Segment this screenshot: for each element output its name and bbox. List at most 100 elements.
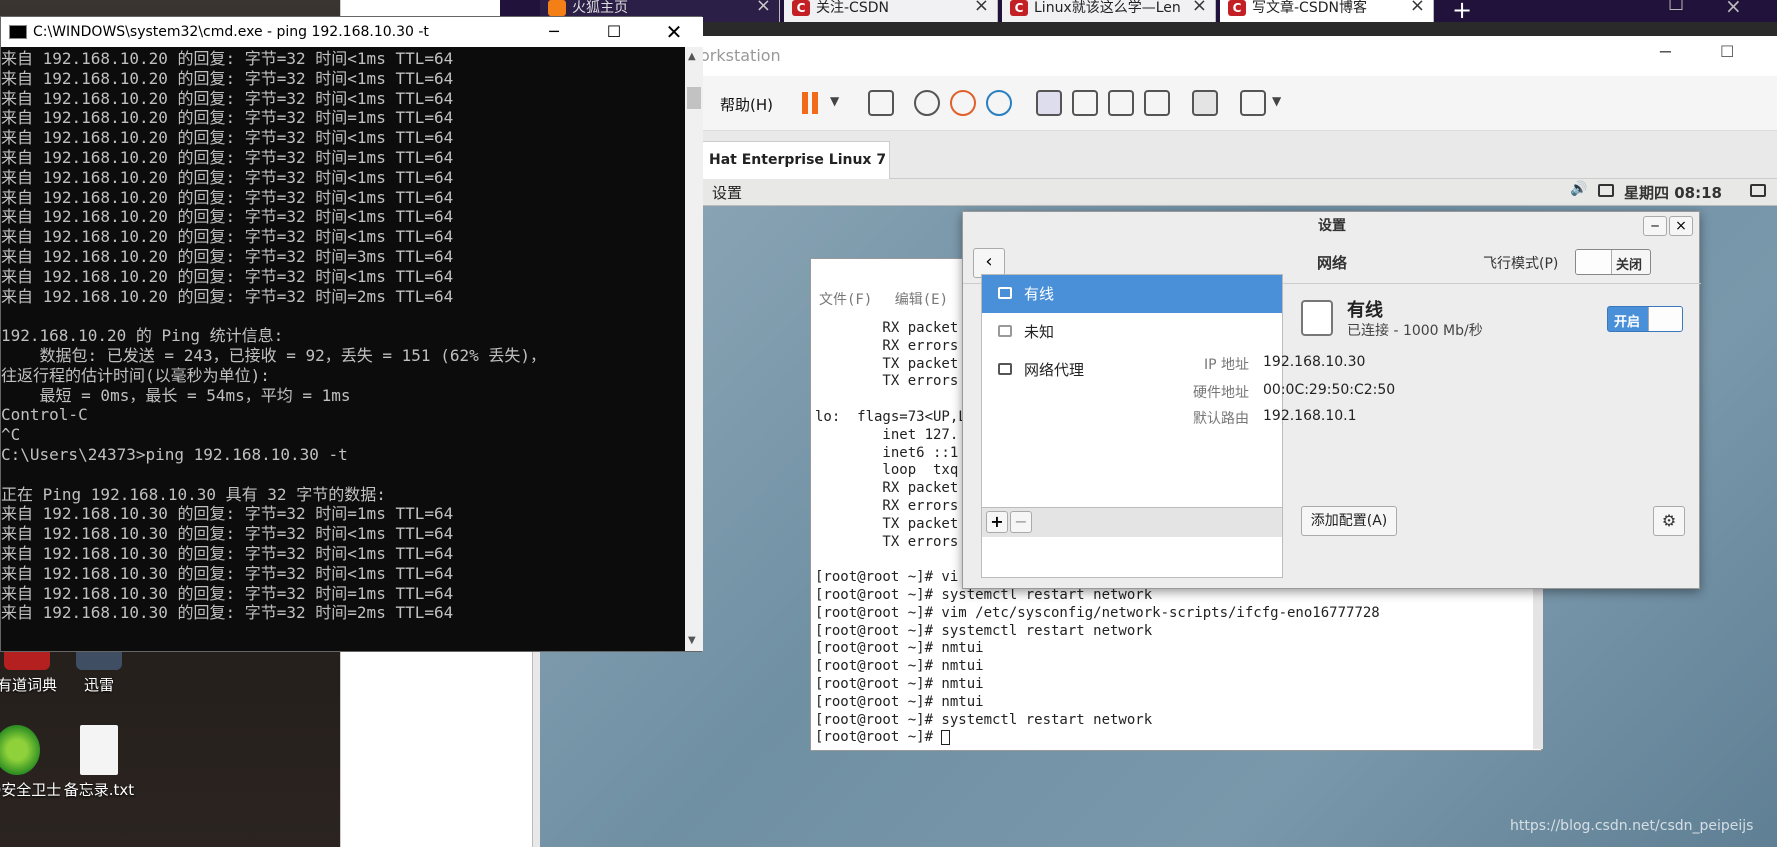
cmd-line: 来自 192.168.10.20 的回复: 字节=32 时间=1ms TTL=6…	[1, 108, 454, 128]
network-device-icon	[998, 325, 1012, 337]
cmd-line: 来自 192.168.10.20 的回复: 字节=32 时间<1ms TTL=6…	[1, 88, 454, 108]
network-item-unknown[interactable]: 未知	[982, 313, 1282, 351]
terminal-line: TX errors	[815, 533, 959, 550]
scroll-up-icon[interactable]: ▲	[688, 51, 696, 62]
terminal-menu-edit[interactable]: 编辑(E)	[895, 292, 948, 308]
settings-title: 设置	[1318, 218, 1346, 234]
clock[interactable]: 星期四 08:18	[1624, 182, 1722, 203]
cmd-titlebar: C:\WINDOWS\system32\cmd.exe - ping 192.1…	[1, 17, 703, 47]
maximize-icon[interactable]: ☐	[1720, 42, 1734, 61]
help-menu[interactable]: 帮助(H)	[720, 94, 773, 115]
close-icon[interactable]: ×	[756, 0, 771, 15]
terminal-line: TX packet	[815, 355, 959, 372]
snapshot-icon[interactable]	[914, 90, 940, 116]
new-tab-plus-icon[interactable]: +	[1452, 0, 1472, 24]
close-icon[interactable]: ×	[1725, 0, 1742, 18]
cmd-scrollbar[interactable]: ▲ ▼	[685, 47, 703, 651]
revert-snapshot-icon[interactable]	[950, 90, 976, 116]
snapshot-manager-icon[interactable]	[986, 90, 1012, 116]
desktop-icon-label: 迅雷	[83, 676, 114, 694]
terminal-menu-file[interactable]: 文件(F)	[819, 292, 872, 308]
cmd-title: C:\WINDOWS\system32\cmd.exe - ping 192.1…	[33, 24, 429, 40]
console-icon	[9, 25, 27, 39]
cmd-line: 来自 192.168.10.30 的回复: 字节=32 时间=1ms TTL=6…	[1, 504, 454, 524]
network-item-label: 未知	[1024, 323, 1055, 341]
wired-device-icon	[1301, 300, 1333, 336]
cmd-line: 来自 192.168.10.20 的回复: 字节=32 时间<1ms TTL=6…	[1, 227, 454, 247]
cmd-line: ^C	[1, 425, 21, 445]
cmd-line: 正在 Ping 192.168.10.30 具有 32 字节的数据:	[1, 484, 386, 504]
scroll-down-icon[interactable]: ▼	[688, 635, 696, 646]
add-network-button[interactable]: +	[986, 511, 1008, 533]
maximize-icon[interactable]: ☐	[1668, 0, 1684, 15]
terminal-line: RX errors	[815, 498, 959, 514]
thumbnail-icon[interactable]	[1072, 90, 1098, 116]
vmware-title: orkstation	[540, 36, 1777, 76]
stretch-icon[interactable]	[1240, 90, 1266, 116]
console-icon[interactable]	[1192, 90, 1218, 116]
terminal-line: [root@root ~]# nmtui	[815, 658, 984, 675]
vm-tab-rhel7[interactable]: Hat Enterprise Linux 7 ...	[700, 141, 890, 204]
close-icon[interactable]: ×	[1410, 0, 1425, 15]
volume-icon[interactable]: 🔊	[1570, 181, 1587, 197]
unity-icon[interactable]	[1144, 90, 1170, 116]
gw-row: 默认路由 192.168.10.1	[963, 408, 1701, 428]
airplane-mode-toggle[interactable]: 关闭	[1575, 249, 1651, 275]
scroll-thumb[interactable]	[687, 87, 701, 109]
hw-row: 硬件地址 00:0C:29:50:C2:50	[963, 382, 1701, 402]
add-profile-button[interactable]: 添加配置(A)	[1301, 506, 1397, 536]
pause-icon-bar2[interactable]	[812, 92, 818, 114]
close-icon[interactable]: ×	[1192, 0, 1207, 15]
close-icon[interactable]: ×	[1669, 216, 1693, 236]
maximize-icon[interactable]: ☐	[591, 17, 637, 47]
desktop-icon-360[interactable]: 360安全卫士	[0, 725, 62, 800]
gnome-settings-menu[interactable]: 设置	[712, 182, 742, 203]
sidebar-toggle-icon[interactable]	[1036, 90, 1062, 116]
send-keys-icon[interactable]	[868, 90, 894, 116]
browser-tab-csdn-follow[interactable]: C 关注-CSDN ×	[784, 0, 998, 22]
hw-value: 00:0C:29:50:C2:50	[1263, 382, 1396, 398]
terminal-line: [root@root ~]# systemctl restart network	[815, 711, 1153, 728]
minimize-icon[interactable]: ─	[1643, 216, 1667, 236]
cmd-line: 来自 192.168.10.30 的回复: 字节=32 时间=2ms TTL=6…	[1, 603, 454, 623]
remove-network-button[interactable]: −	[1010, 511, 1032, 533]
terminal-line: RX errors	[815, 337, 959, 354]
pause-icon-bar1[interactable]	[802, 92, 808, 114]
network-icon[interactable]	[1598, 184, 1614, 197]
close-icon[interactable]: ✕	[651, 17, 697, 47]
toggle-knob	[1576, 250, 1612, 274]
cmd-line: 来自 192.168.10.20 的回复: 字节=32 时间<1ms TTL=6…	[1, 68, 454, 88]
terminal-line: [root@root ~]# nmtui	[815, 640, 984, 657]
chevron-down-icon[interactable]: ▼	[830, 94, 839, 108]
text-file-icon	[80, 725, 118, 775]
user-menu-icon[interactable]	[1750, 184, 1766, 197]
cmd-window[interactable]: C:\WINDOWS\system32\cmd.exe - ping 192.1…	[0, 16, 703, 652]
wired-toggle[interactable]: 开启	[1607, 306, 1683, 332]
network-item-label: 有线	[1024, 285, 1055, 303]
terminal-line: [root@root ~]# nmtui	[815, 676, 984, 692]
gear-icon[interactable]: ⚙	[1653, 506, 1685, 536]
ip-row: IP 地址 192.168.10.30	[963, 354, 1701, 374]
fullscreen-icon[interactable]	[1108, 90, 1134, 116]
cmd-line: 来自 192.168.10.20 的回复: 字节=32 时间<1ms TTL=6…	[1, 167, 454, 187]
wired-network-icon	[998, 287, 1012, 299]
terminal-line: lo: flags=73<UP,L	[815, 409, 967, 425]
chevron-down-icon[interactable]: ▼	[1272, 94, 1281, 108]
cmd-line: 往返行程的估计时间(以毫秒为单位):	[1, 365, 270, 385]
wired-toggle-state: 开启	[1614, 315, 1641, 330]
desktop-icon-memo[interactable]: 备忘录.txt	[54, 725, 144, 800]
close-icon[interactable]: ×	[974, 0, 989, 15]
desktop-icon-label: 360安全卫士	[0, 781, 62, 799]
csdn-icon: C	[1228, 0, 1246, 16]
terminal-line: TX errors	[815, 373, 959, 390]
minimize-icon[interactable]: ─	[531, 17, 577, 47]
browser-tab-csdn-write[interactable]: C 写文章-CSDN博客 ×	[1220, 0, 1434, 22]
toggle-knob	[1648, 307, 1682, 331]
minimize-icon[interactable]: ─	[1660, 42, 1671, 63]
cmd-output: 来自 192.168.10.20 的回复: 字节=32 时间<1ms TTL=6…	[1, 47, 685, 651]
cmd-line: 来自 192.168.10.30 的回复: 字节=32 时间<1ms TTL=6…	[1, 563, 454, 583]
terminal-line: inet6 ::1	[815, 444, 959, 461]
browser-tab-linux[interactable]: C Linux就该这么学—Len ×	[1002, 0, 1216, 22]
network-item-wired[interactable]: 有线	[982, 275, 1282, 313]
shield-plus-icon	[0, 725, 40, 775]
